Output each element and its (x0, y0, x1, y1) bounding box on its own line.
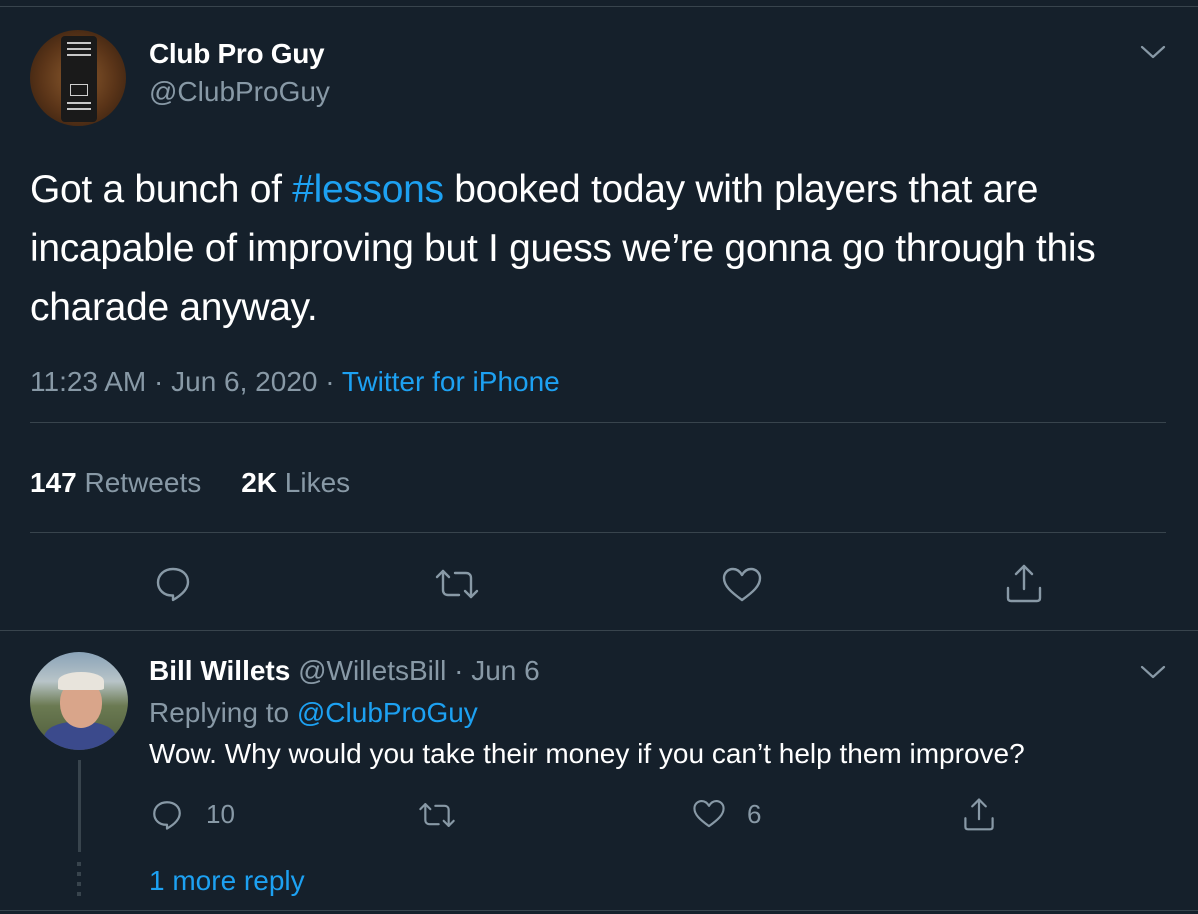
tweet-meta: 11:23 AM · Jun 6, 2020 · Twitter for iPh… (30, 366, 560, 398)
reply-author-handle[interactable]: @WilletsBill (298, 655, 446, 686)
reply-text: Wow. Why would you take their money if y… (149, 738, 1025, 769)
avatar-cap (58, 672, 104, 690)
author-name[interactable]: Club Pro Guy (149, 38, 325, 70)
chevron-down-icon[interactable] (1139, 43, 1167, 61)
heart-icon[interactable] (721, 566, 763, 604)
retweet-icon[interactable] (416, 800, 458, 830)
avatar-logo (70, 84, 88, 96)
tweet-date[interactable]: Jun 6, 2020 (171, 366, 317, 397)
share-icon[interactable] (962, 796, 996, 832)
like-count: 6 (747, 799, 762, 829)
reply-count: 10 (206, 799, 235, 829)
divider (30, 422, 1166, 423)
replying-label: Replying to (149, 697, 290, 728)
tweet-text-start: Got a bunch of (30, 168, 293, 211)
tweet-source[interactable]: Twitter for iPhone (342, 366, 560, 397)
top-divider (0, 6, 1198, 7)
author-avatar[interactable] (30, 30, 126, 126)
meta-dot: · (154, 366, 164, 397)
author-handle[interactable]: @ClubProGuy (149, 76, 330, 108)
retweet-icon[interactable] (433, 566, 481, 602)
bottom-divider (0, 910, 1198, 911)
meta-dot: · (325, 366, 335, 397)
thread-dots (77, 862, 81, 898)
replying-to: Replying to @ClubProGuy (149, 697, 478, 729)
likes-label: Likes (284, 467, 351, 498)
thread-line (78, 760, 81, 852)
retweets-count: 147 (30, 467, 77, 498)
divider (30, 532, 1166, 533)
reply-dot: · (454, 655, 464, 686)
chevron-down-icon[interactable] (1139, 663, 1167, 681)
likes-count: 2K (241, 467, 278, 498)
more-replies-link[interactable]: 1 more reply (149, 865, 305, 897)
retweets-label: Retweets (84, 467, 202, 498)
reply-icon[interactable] (150, 798, 184, 832)
reply-header: Bill Willets @WilletsBill · Jun 6 (149, 655, 540, 687)
retweets-stat[interactable]: 147 Retweets (30, 467, 201, 498)
heart-icon[interactable] (692, 798, 726, 830)
tweet-time[interactable]: 11:23 AM (30, 366, 146, 397)
tweet-stats: 147 Retweets 2K Likes (30, 467, 350, 499)
replying-to-handle[interactable]: @ClubProGuy (297, 697, 478, 728)
reply-date[interactable]: Jun 6 (471, 655, 540, 686)
tweet-text: Got a bunch of #lessons booked today wit… (30, 160, 1160, 337)
reply-icon[interactable] (153, 564, 193, 604)
reply-author-name[interactable]: Bill Willets (149, 655, 290, 686)
avatar-frame (61, 36, 97, 122)
reply-divider (0, 630, 1198, 631)
hashtag-link[interactable]: #lessons (292, 168, 444, 211)
reply-author-avatar[interactable] (30, 652, 128, 750)
share-icon[interactable] (1004, 562, 1044, 604)
likes-stat[interactable]: 2K Likes (241, 467, 350, 498)
